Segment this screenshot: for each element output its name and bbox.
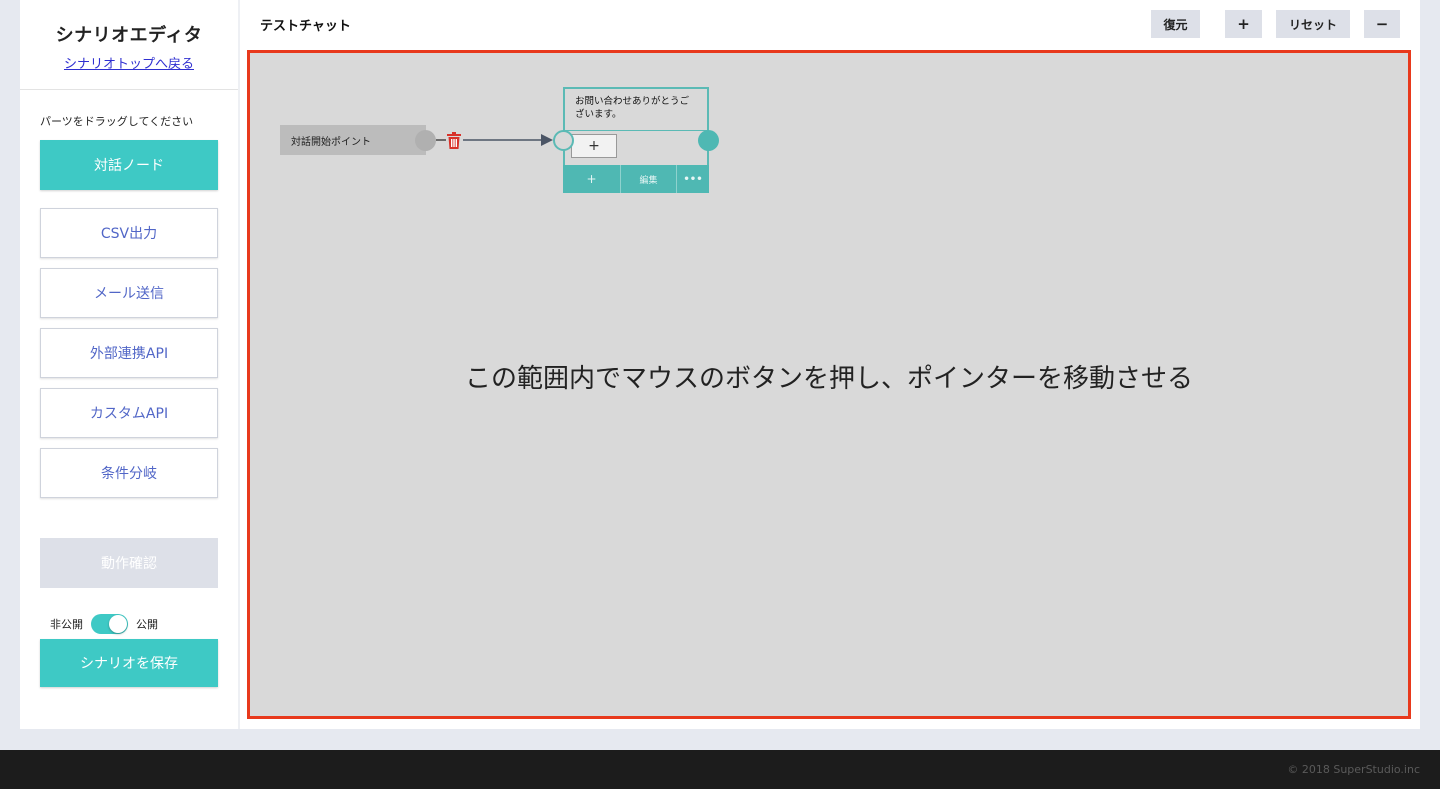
start-node-label: 対話開始ポイント — [291, 136, 371, 148]
test-run-button: 動作確認 — [40, 538, 218, 588]
start-node[interactable]: 対話開始ポイント — [280, 125, 426, 155]
dialog-node-part[interactable]: 対話ノード — [40, 140, 218, 190]
dialog-node-text: お問い合わせありがとうございます。 — [565, 89, 707, 131]
condition-branch-part[interactable]: 条件分岐 — [40, 448, 218, 498]
visibility-toggle[interactable] — [91, 614, 128, 634]
footer: © 2018 SuperStudio.inc — [0, 750, 1440, 789]
scenario-canvas[interactable]: 対話開始ポイント お問い合わせありがとうございます。 + + 編集 ••• この… — [247, 50, 1411, 719]
back-to-scenario-top-link[interactable]: シナリオトップへ戻る — [64, 53, 194, 72]
page-title: テストチャット — [260, 19, 351, 34]
copyright: © 2018 SuperStudio.inc — [1287, 763, 1420, 776]
private-label: 非公開 — [50, 618, 83, 631]
csv-export-part[interactable]: CSV出力 — [40, 208, 218, 258]
dialog-node-footer: + 編集 ••• — [563, 165, 709, 193]
dialog-node-input-handle[interactable] — [553, 130, 574, 151]
public-label: 公開 — [136, 618, 158, 631]
zoom-in-button[interactable]: + — [1225, 10, 1262, 38]
save-scenario-button[interactable]: シナリオを保存 — [40, 639, 218, 687]
trash-icon[interactable] — [447, 132, 461, 149]
dialog-node-output-handle[interactable] — [698, 130, 719, 151]
dialog-node-edit-button[interactable]: 編集 — [621, 165, 677, 193]
custom-api-part[interactable]: カスタムAPI — [40, 388, 218, 438]
reset-button[interactable]: リセット — [1276, 10, 1350, 38]
mail-send-part[interactable]: メール送信 — [40, 268, 218, 318]
dialog-node-footer-add-button[interactable]: + — [563, 165, 621, 193]
restore-button[interactable]: 復元 — [1151, 10, 1200, 38]
sidebar-header: シナリオエディタ シナリオトップへ戻る — [20, 0, 238, 90]
visibility-toggle-row: 非公開 公開 — [50, 614, 158, 634]
drag-hint: パーツをドラッグしてください — [40, 115, 194, 128]
dialog-node[interactable]: お問い合わせありがとうございます。 + + 編集 ••• — [563, 87, 709, 193]
zoom-out-button[interactable]: − — [1364, 10, 1400, 38]
external-api-part[interactable]: 外部連携API — [40, 328, 218, 378]
dialog-node-more-button[interactable]: ••• — [677, 165, 709, 193]
toggle-knob — [109, 615, 127, 633]
sidebar: シナリオエディタ シナリオトップへ戻る パーツをドラッグしてください 対話ノード… — [20, 0, 238, 729]
canvas-instruction: この範囲内でマウスのボタンを押し、ポインターを移動させる — [464, 364, 1193, 394]
main-panel: テストチャット 復元 + リセット − 対話開始ポイント お問い合わせありがとう… — [240, 0, 1420, 729]
dialog-node-add-button[interactable]: + — [571, 134, 617, 158]
start-node-output-handle[interactable] — [415, 130, 436, 151]
sidebar-title: シナリオエディタ — [55, 25, 203, 46]
